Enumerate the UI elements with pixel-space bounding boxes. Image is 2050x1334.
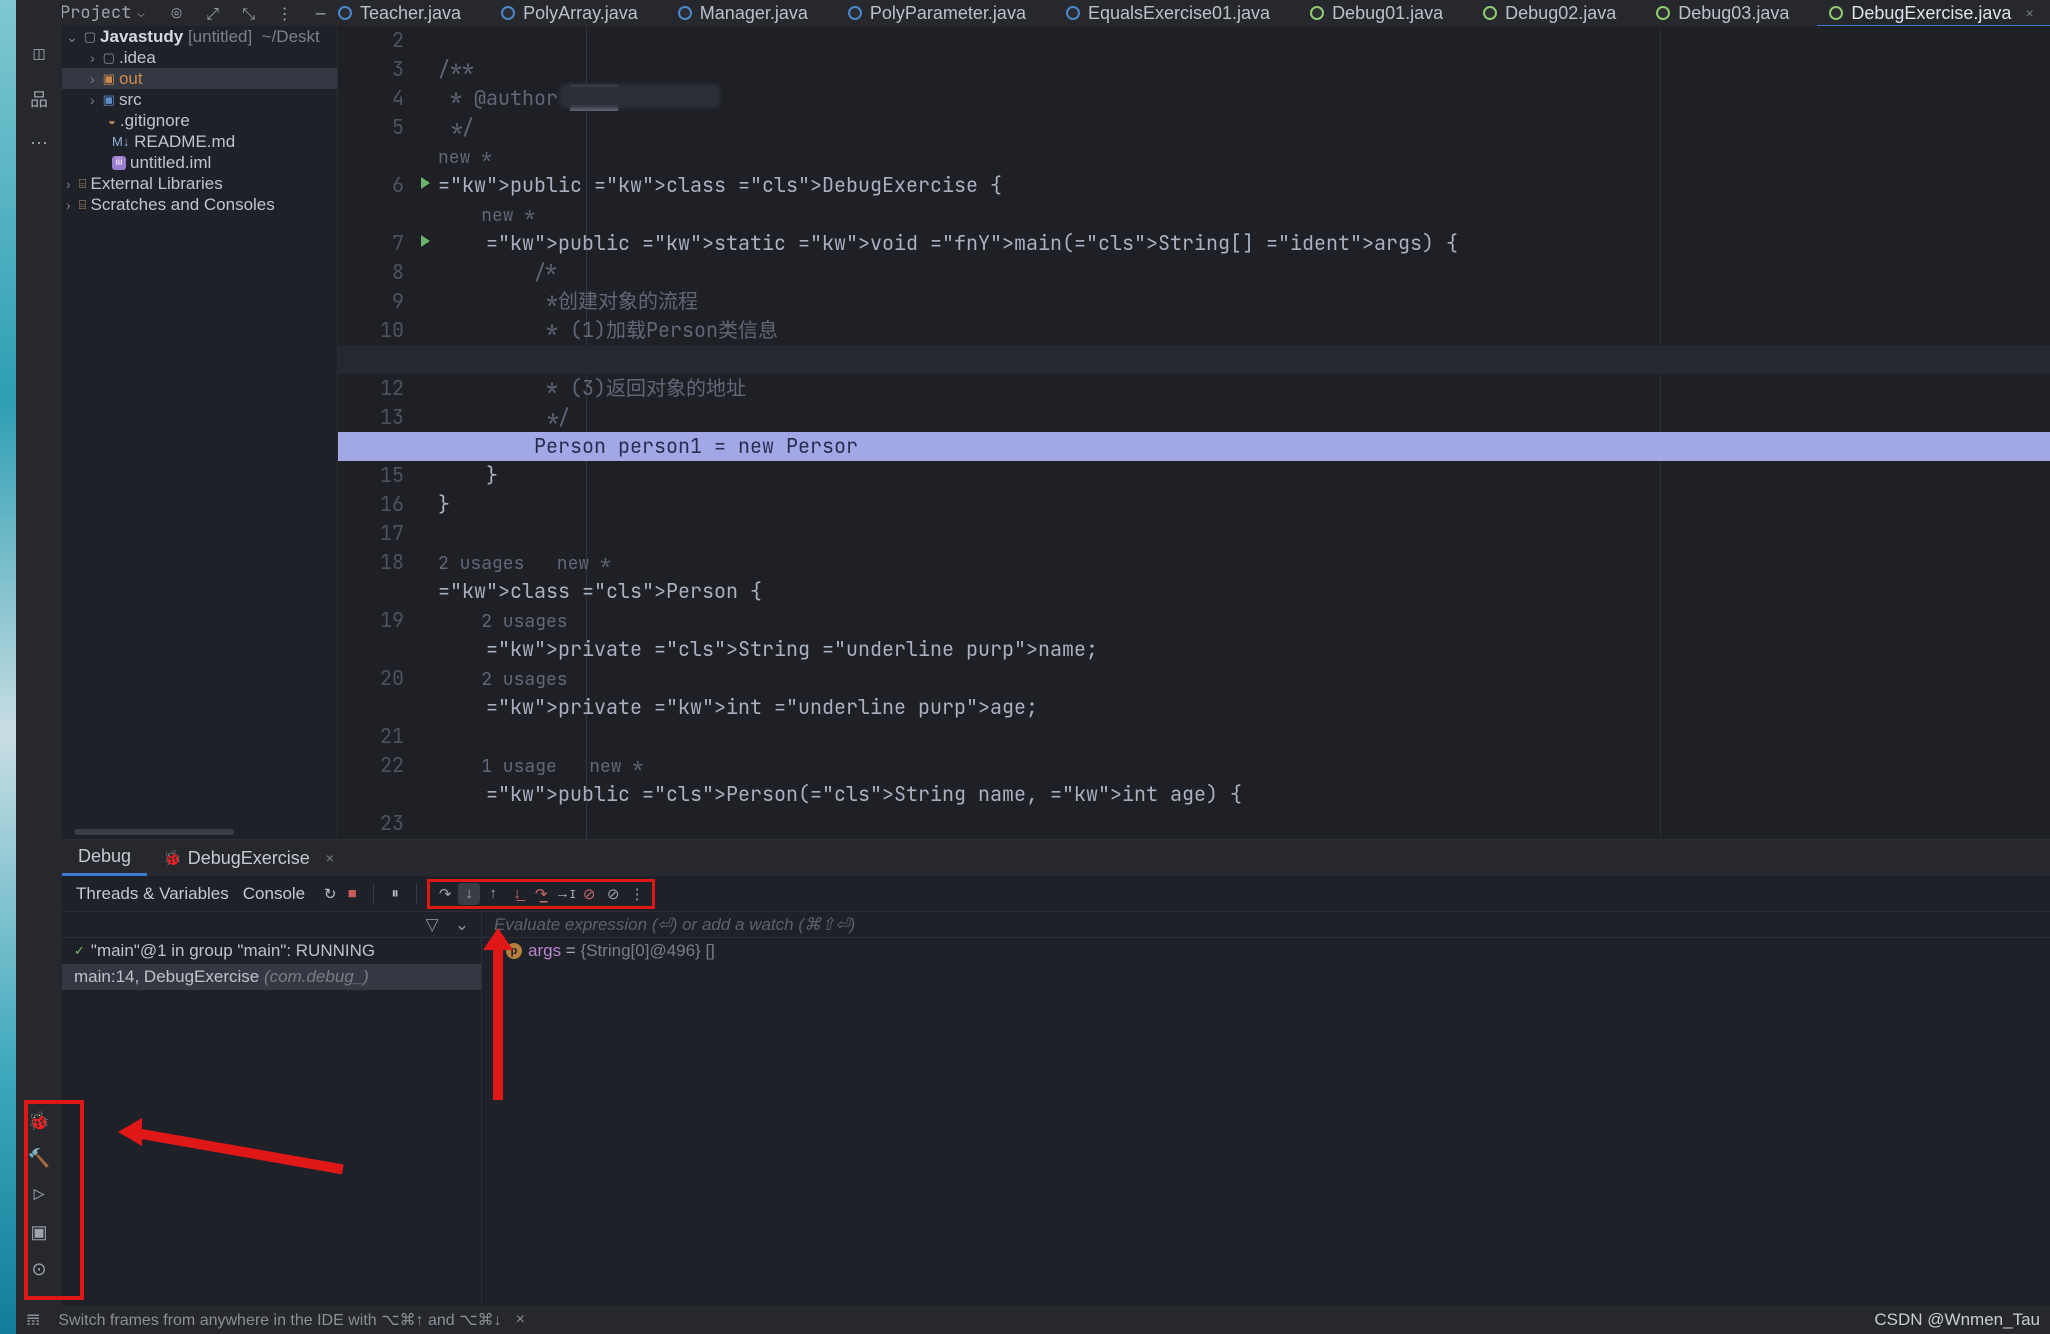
threads-tab[interactable]: Threads & Variables xyxy=(62,884,243,904)
tab-equals[interactable]: EqualsExercise01.java xyxy=(1066,3,1270,24)
force-step-icon[interactable]: ↓̲ xyxy=(506,883,528,905)
tab-polyarray[interactable]: PolyArray.java xyxy=(501,3,638,24)
terminal-icon[interactable]: ▣ xyxy=(30,1221,47,1244)
java-icon xyxy=(678,6,692,20)
close-tip-icon[interactable]: × xyxy=(516,1311,525,1329)
tab-teacher[interactable]: Teacher.java xyxy=(338,3,461,24)
tab-debugex[interactable]: DebugExercise.java× xyxy=(1829,3,2033,24)
annotation-arrow xyxy=(493,940,503,1100)
run-tool-icon[interactable]: ▷ xyxy=(34,1184,45,1207)
java-run-icon xyxy=(1656,6,1670,20)
tree-item[interactable]: ▣src xyxy=(62,89,337,110)
variable-row[interactable]: › p args = {String[0]@496} [] xyxy=(482,938,2050,964)
structure-icon[interactable]: 品 xyxy=(24,84,54,114)
frames-panel[interactable]: ▽ ⌄ ✓ "main"@1 in group "main": RUNNING … xyxy=(62,912,482,1306)
watermark: CSDN @Wnmen_Tau xyxy=(1874,1310,2040,1330)
scratch-icon: ⌸ xyxy=(79,197,87,213)
more-horizontal-icon[interactable]: ⋯ xyxy=(24,128,54,158)
tree-item[interactable]: iiiuntitled.iml xyxy=(62,152,337,173)
evaluate-input[interactable]: Evaluate expression (⏎) or add a watch (… xyxy=(482,912,2050,938)
project-dropdown[interactable]: Project ⌄ xyxy=(60,2,145,24)
run-to-cursor-icon[interactable]: →ɪ xyxy=(554,883,576,905)
tab-debug[interactable]: Debug xyxy=(62,840,147,876)
step-toolbar-annotation: ↷ ↓ ↑ ↓̲ ↷̲ →ɪ ⊘ ⊘ ⋮ xyxy=(427,879,655,909)
minimize-icon[interactable]: — xyxy=(309,1,333,25)
tab-debug02[interactable]: Debug02.java xyxy=(1483,3,1616,24)
code-editor[interactable]: 234567891011121314151617181920212223 /**… xyxy=(338,26,2050,839)
java-icon xyxy=(338,6,352,20)
annotation-arrowhead xyxy=(118,1118,142,1146)
tree-root[interactable]: ▢ Javastudy [untitled] ~/Deskt xyxy=(62,26,337,47)
java-run-icon xyxy=(1483,6,1497,20)
scrollbar[interactable] xyxy=(74,829,234,835)
tree-ext-libs[interactable]: ⌸External Libraries xyxy=(62,173,337,194)
tab-debug03[interactable]: Debug03.java xyxy=(1656,3,1789,24)
expand-icon[interactable]: ⤢ xyxy=(201,1,225,25)
console-tab[interactable]: Console xyxy=(243,884,319,904)
more-icon[interactable]: ⋮ xyxy=(626,883,648,905)
debug-toolbar: Threads & Variables Console ↻ ■ ⏸ ↷ ↓ ↑ … xyxy=(62,876,2050,912)
status-tip: Switch frames from anywhere in the IDE w… xyxy=(58,1310,501,1330)
more-icon[interactable]: ⋮ xyxy=(273,1,297,25)
filter-icon[interactable]: ▽ xyxy=(426,915,439,935)
pause-icon[interactable]: ⏸ xyxy=(384,883,406,905)
java-run-icon xyxy=(1829,6,1843,20)
smart-step-icon[interactable]: ↷̲ xyxy=(530,883,552,905)
close-icon[interactable]: × xyxy=(2025,5,2033,21)
debug-panel: Debug 🐞 DebugExercise × Threads & Variab… xyxy=(62,839,2050,1306)
tree-item[interactable]: ▢.idea xyxy=(62,47,337,68)
step-out-icon[interactable]: ↑ xyxy=(482,883,504,905)
java-icon xyxy=(1066,6,1080,20)
code-body[interactable]: /** * @author ████ */new *="kw">public =… xyxy=(438,26,2050,809)
bookmark-icon[interactable]: ◫ xyxy=(24,40,54,70)
tab-debug01[interactable]: Debug01.java xyxy=(1310,3,1443,24)
bottom-tool-rail: 🐞 🔨 ▷ ▣ ⊙ xyxy=(16,1100,62,1300)
step-over-icon[interactable]: ↷ xyxy=(434,883,456,905)
tab-polyparam[interactable]: PolyParameter.java xyxy=(848,3,1026,24)
debug-tabbar: Debug 🐞 DebugExercise × xyxy=(62,840,2050,876)
tree-item[interactable]: ◒.gitignore xyxy=(62,110,337,131)
collapse-icon[interactable]: ⤡ xyxy=(237,1,261,25)
build-icon[interactable]: 🔨 xyxy=(28,1147,50,1170)
view-bp-icon[interactable]: ⊘ xyxy=(602,883,624,905)
java-icon xyxy=(501,6,515,20)
tree-item[interactable]: ▣out xyxy=(62,68,337,89)
tab-debugexercise[interactable]: 🐞 DebugExercise × xyxy=(147,848,334,869)
target-icon[interactable]: ◎ xyxy=(165,1,189,25)
library-icon: ⌸ xyxy=(79,176,87,192)
close-icon[interactable]: × xyxy=(326,850,334,866)
iml-icon: iii xyxy=(112,156,126,170)
status-bar: 𝌎 Switch frames from anywhere in the IDE… xyxy=(16,1306,2050,1334)
frame-row[interactable]: main:14, DebugExercise (com.debug_) xyxy=(62,964,481,990)
mute-bp-icon[interactable]: ⊘ xyxy=(578,883,600,905)
thread-row[interactable]: ✓ "main"@1 in group "main": RUNNING xyxy=(62,938,481,964)
editor-tabs: Teacher.java PolyArray.java Manager.java… xyxy=(338,0,2050,26)
step-into-icon[interactable]: ↓ xyxy=(458,883,480,905)
tree-item[interactable]: M↓ README.md xyxy=(62,131,337,152)
markdown-icon: M↓ xyxy=(112,134,129,149)
chevron-down-icon[interactable]: ⌄ xyxy=(455,915,469,935)
problems-icon[interactable]: ⊙ xyxy=(31,1258,46,1281)
variables-panel[interactable]: Evaluate expression (⏎) or add a watch (… xyxy=(482,912,2050,1306)
project-tree[interactable]: ▢ Javastudy [untitled] ~/Deskt ▢.idea ▣o… xyxy=(62,26,338,839)
java-icon xyxy=(848,6,862,20)
git-icon[interactable]: 𝌎 xyxy=(26,1310,40,1330)
annotation-arrowhead xyxy=(483,928,513,950)
bug-icon: 🐞 xyxy=(163,849,182,867)
tree-scratch[interactable]: ⌸Scratches and Consoles xyxy=(62,194,337,215)
check-icon: ✓ xyxy=(74,943,85,959)
chevron-down-icon: ⌄ xyxy=(137,5,144,21)
frames-header: ▽ ⌄ xyxy=(62,912,481,938)
java-run-icon xyxy=(1310,6,1324,20)
stop-icon[interactable]: ■ xyxy=(341,883,363,905)
rerun-icon[interactable]: ↻ xyxy=(319,883,341,905)
project-label: Project xyxy=(60,2,131,24)
tab-manager[interactable]: Manager.java xyxy=(678,3,808,24)
debug-tool-icon[interactable]: 🐞 xyxy=(28,1110,50,1133)
